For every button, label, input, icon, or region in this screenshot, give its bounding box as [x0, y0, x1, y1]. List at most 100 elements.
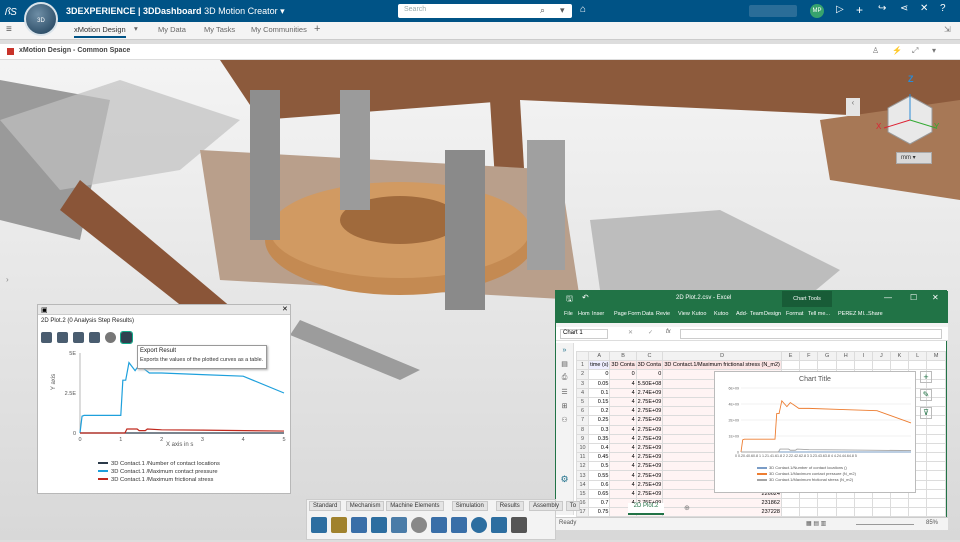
chart-filter-button[interactable]: ⊽ [920, 407, 932, 419]
cell[interactable]: 0.4 [588, 442, 611, 454]
cell[interactable]: 0 [588, 369, 611, 380]
cell[interactable] [817, 507, 837, 518]
gear-icon[interactable] [105, 332, 116, 343]
cell[interactable]: 2.74E+09 [635, 387, 664, 398]
cancel-icon[interactable]: ✕ [628, 329, 633, 336]
action-tab[interactable]: Mechanism [345, 501, 385, 511]
column-header[interactable]: B [609, 350, 637, 362]
cell[interactable]: 0.1 [588, 387, 611, 398]
cell[interactable]: 4 [609, 387, 637, 398]
cell[interactable]: 0.05 [588, 378, 611, 389]
cell[interactable]: 2.75E+09 [635, 470, 664, 481]
row-header[interactable]: 1 [575, 360, 590, 371]
action-tab[interactable]: To [565, 501, 581, 511]
cell[interactable]: 4 [609, 488, 637, 500]
tab-my-data[interactable]: My Data [158, 25, 186, 34]
menu-icon[interactable]: ≡ [6, 24, 12, 35]
cell[interactable]: 0.65 [588, 488, 611, 500]
cell[interactable]: 0.35 [588, 433, 611, 444]
ribbon-tab[interactable]: Tell me... [808, 311, 830, 317]
save-icon[interactable]: 🖫 [566, 293, 573, 307]
ribbon-tab[interactable]: Design [764, 311, 781, 317]
cell[interactable] [780, 507, 801, 518]
close-icon[interactable]: ✕ [282, 305, 288, 313]
ribbon-tab[interactable]: Data [642, 311, 654, 317]
cell[interactable] [871, 360, 891, 371]
cell[interactable]: 3D Conta [635, 360, 664, 371]
ribbon-tab[interactable]: Kutoo [714, 311, 728, 317]
formula-input[interactable] [680, 329, 942, 339]
table-action-icon[interactable] [511, 517, 527, 533]
cell[interactable] [799, 497, 819, 509]
row-header[interactable]: 14 [575, 479, 590, 490]
cell[interactable]: 4 [609, 433, 637, 444]
cell[interactable] [889, 360, 910, 371]
cell[interactable]: 4 [609, 442, 637, 454]
side-people-icon[interactable]: ⚇ [556, 416, 573, 424]
ribbon-tab[interactable]: File [564, 311, 573, 317]
cell[interactable] [817, 360, 837, 371]
column-header[interactable]: C [635, 350, 664, 362]
column-header[interactable]: I [854, 350, 873, 362]
action-tab[interactable]: Machine Elements [386, 501, 444, 511]
column-header[interactable]: M [926, 350, 946, 362]
redo-action-icon[interactable] [451, 517, 467, 533]
confirm-icon[interactable]: ✓ [648, 329, 653, 336]
column-header[interactable]: F [799, 350, 819, 362]
units-dropdown[interactable]: mm ▾ [896, 152, 932, 164]
zoom-slider[interactable] [856, 524, 914, 525]
tab-options-icon[interactable]: ⇲ [944, 25, 951, 34]
cell[interactable] [926, 452, 946, 463]
cell[interactable]: 4 [609, 470, 637, 481]
fit-all-icon[interactable] [57, 332, 68, 343]
column-header[interactable]: D [662, 350, 782, 362]
shortcut-icon[interactable]: ⚡ [892, 46, 902, 55]
cell[interactable]: 0.75 [588, 507, 611, 518]
cell[interactable]: 2.75E+09 [635, 415, 664, 426]
tab-xmotion-design[interactable]: xMotion Design [74, 25, 126, 38]
side-list-icon[interactable]: ☰ [556, 388, 573, 396]
cell[interactable]: 2.75E+09 [635, 479, 664, 490]
ribbon-tab[interactable]: Kutoo [692, 311, 706, 317]
ribbon-tab[interactable]: View [678, 311, 690, 317]
user-icon[interactable]: ♙ [872, 46, 879, 55]
action-tab[interactable]: Standard [309, 501, 342, 511]
row-header[interactable]: 8 [575, 424, 590, 435]
cell[interactable] [926, 470, 946, 481]
pin-icon[interactable]: ▣ [41, 306, 48, 314]
column-header[interactable]: J [871, 350, 891, 362]
side-expand-icon[interactable]: » [556, 347, 573, 354]
cell[interactable]: 2.75E+09 [635, 406, 664, 417]
cell[interactable] [835, 497, 856, 509]
ribbon-tab[interactable]: Revie [656, 311, 670, 317]
cell[interactable] [908, 507, 928, 518]
avatar[interactable]: MP [810, 4, 824, 18]
action-tab[interactable]: Simulation [451, 501, 488, 511]
cell[interactable]: 231862 [662, 497, 782, 509]
cell[interactable] [799, 507, 819, 518]
ds-logo-icon[interactable]: ꟗS [4, 4, 20, 18]
row-header[interactable]: 10 [575, 442, 590, 454]
share-icon[interactable]: ⋖ [900, 3, 908, 14]
cell[interactable] [835, 360, 856, 371]
row-header[interactable]: 13 [575, 470, 590, 481]
add-sheet-icon[interactable]: ⊕ [684, 504, 690, 512]
chart-elements-button[interactable]: + [920, 371, 932, 383]
search-icon[interactable]: ⌕ [540, 5, 545, 16]
cell[interactable] [854, 507, 873, 518]
cell[interactable] [817, 497, 837, 509]
cell[interactable]: 0.55 [588, 470, 611, 481]
excel-close-icon[interactable]: ✕ [932, 293, 939, 302]
ribbon-tab[interactable]: PEREZ MI... [838, 311, 869, 317]
ribbon-tab[interactable]: Hom [578, 311, 590, 317]
chart-title[interactable]: Chart Title [715, 376, 915, 383]
plot-action-icon[interactable] [491, 517, 507, 533]
tab-dropdown-icon[interactable]: ▾ [134, 24, 138, 33]
column-header[interactable]: K [889, 350, 910, 362]
assemble-icon[interactable] [331, 517, 347, 533]
side-sheet-icon[interactable]: ▤ [556, 360, 573, 368]
row-header[interactable]: 9 [575, 433, 590, 444]
cell[interactable] [926, 461, 946, 472]
app-subtitle[interactable]: 3D Motion Creator [204, 6, 278, 16]
cell[interactable]: 2.75E+09 [635, 461, 664, 472]
